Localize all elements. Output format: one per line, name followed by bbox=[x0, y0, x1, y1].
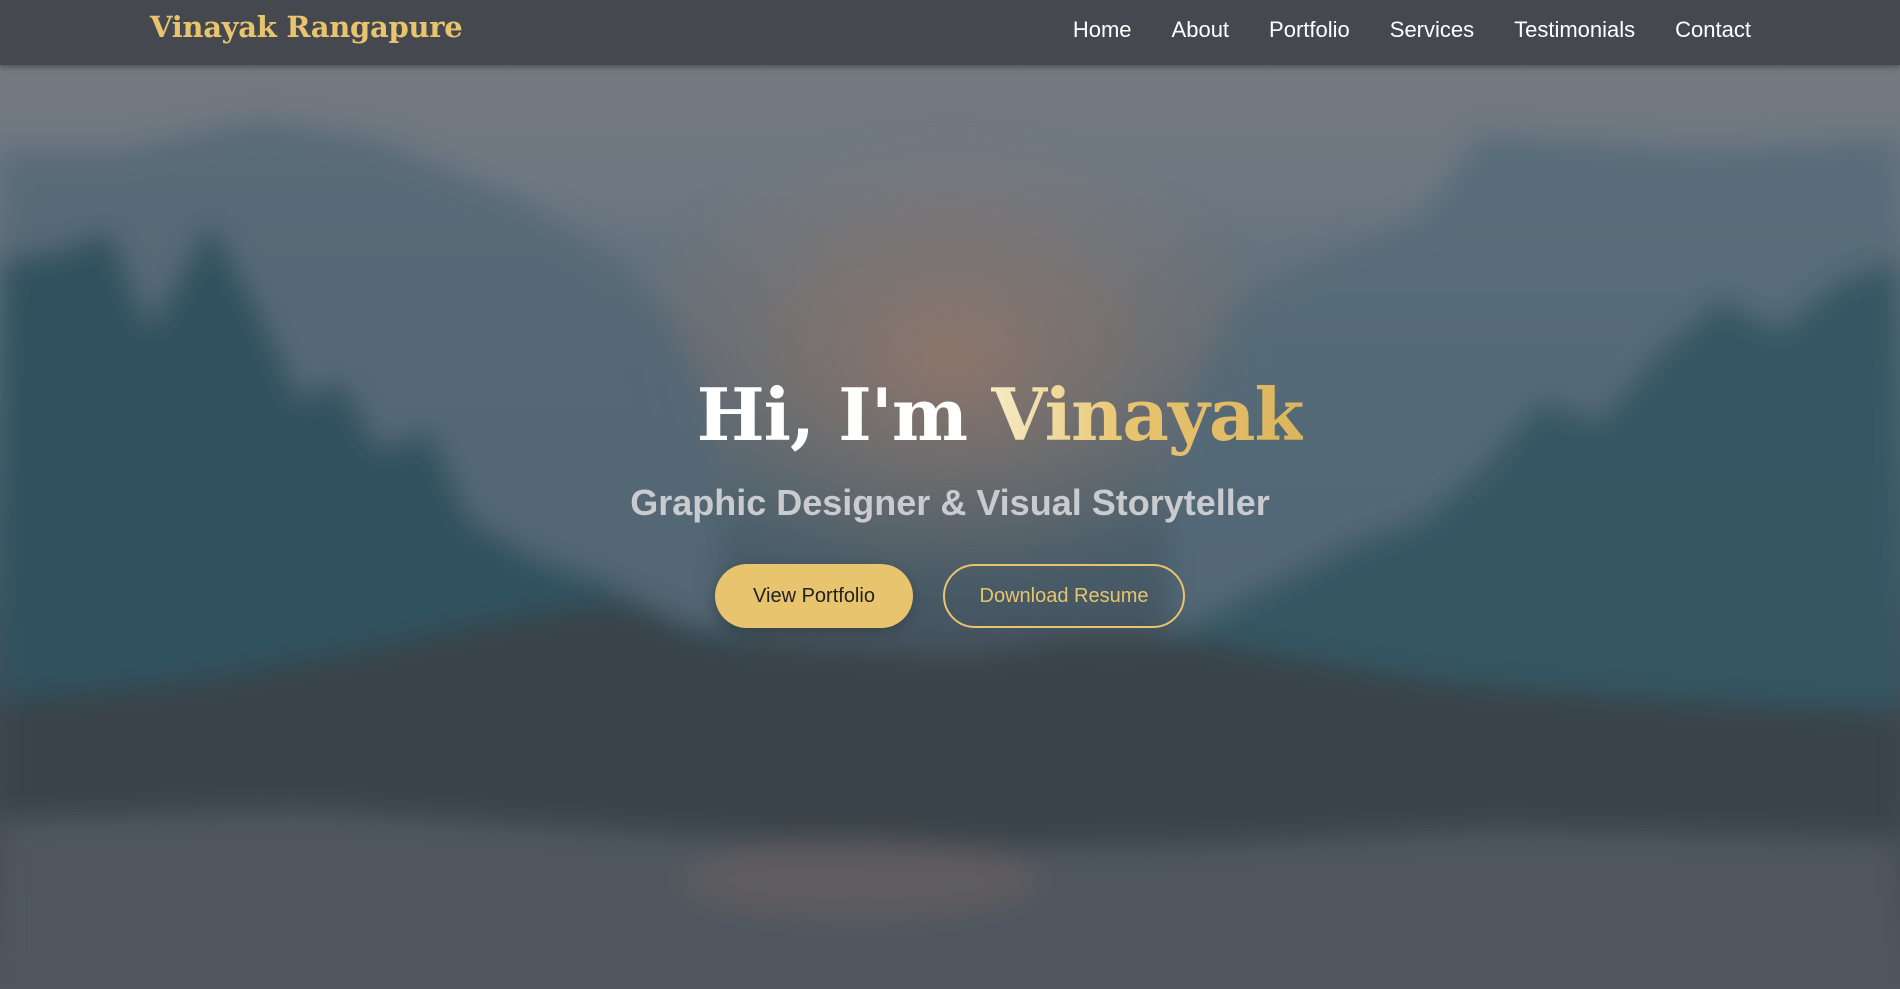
nav-menu: Home About Portfolio Services Testimonia… bbox=[1073, 17, 1751, 43]
nav-link-about[interactable]: About bbox=[1172, 17, 1230, 43]
hero-buttons: View Portfolio Download Resume bbox=[0, 564, 1900, 628]
nav-link-contact[interactable]: Contact bbox=[1675, 17, 1751, 43]
brand-logo[interactable]: Vinayak Rangapure bbox=[150, 10, 463, 44]
nav-link-portfolio[interactable]: Portfolio bbox=[1269, 17, 1350, 43]
hero-subtitle: Graphic Designer & Visual Storyteller bbox=[630, 482, 1270, 523]
hero-name: Vinayak bbox=[991, 372, 1304, 457]
hero-title: Hi, I'm Vinayak bbox=[50, 360, 1900, 470]
nav-link-testimonials[interactable]: Testimonials bbox=[1514, 17, 1635, 43]
nav-link-services[interactable]: Services bbox=[1390, 17, 1474, 43]
view-portfolio-button[interactable]: View Portfolio bbox=[715, 564, 913, 628]
download-resume-button[interactable]: Download Resume bbox=[943, 564, 1185, 628]
hero-greeting: Hi, I'm bbox=[696, 372, 992, 457]
navbar: Vinayak Rangapure Home About Portfolio S… bbox=[0, 0, 1900, 65]
nav-link-home[interactable]: Home bbox=[1073, 17, 1132, 43]
hero-section: Hi, I'm Vinayak Graphic Designer & Visua… bbox=[0, 360, 1900, 628]
